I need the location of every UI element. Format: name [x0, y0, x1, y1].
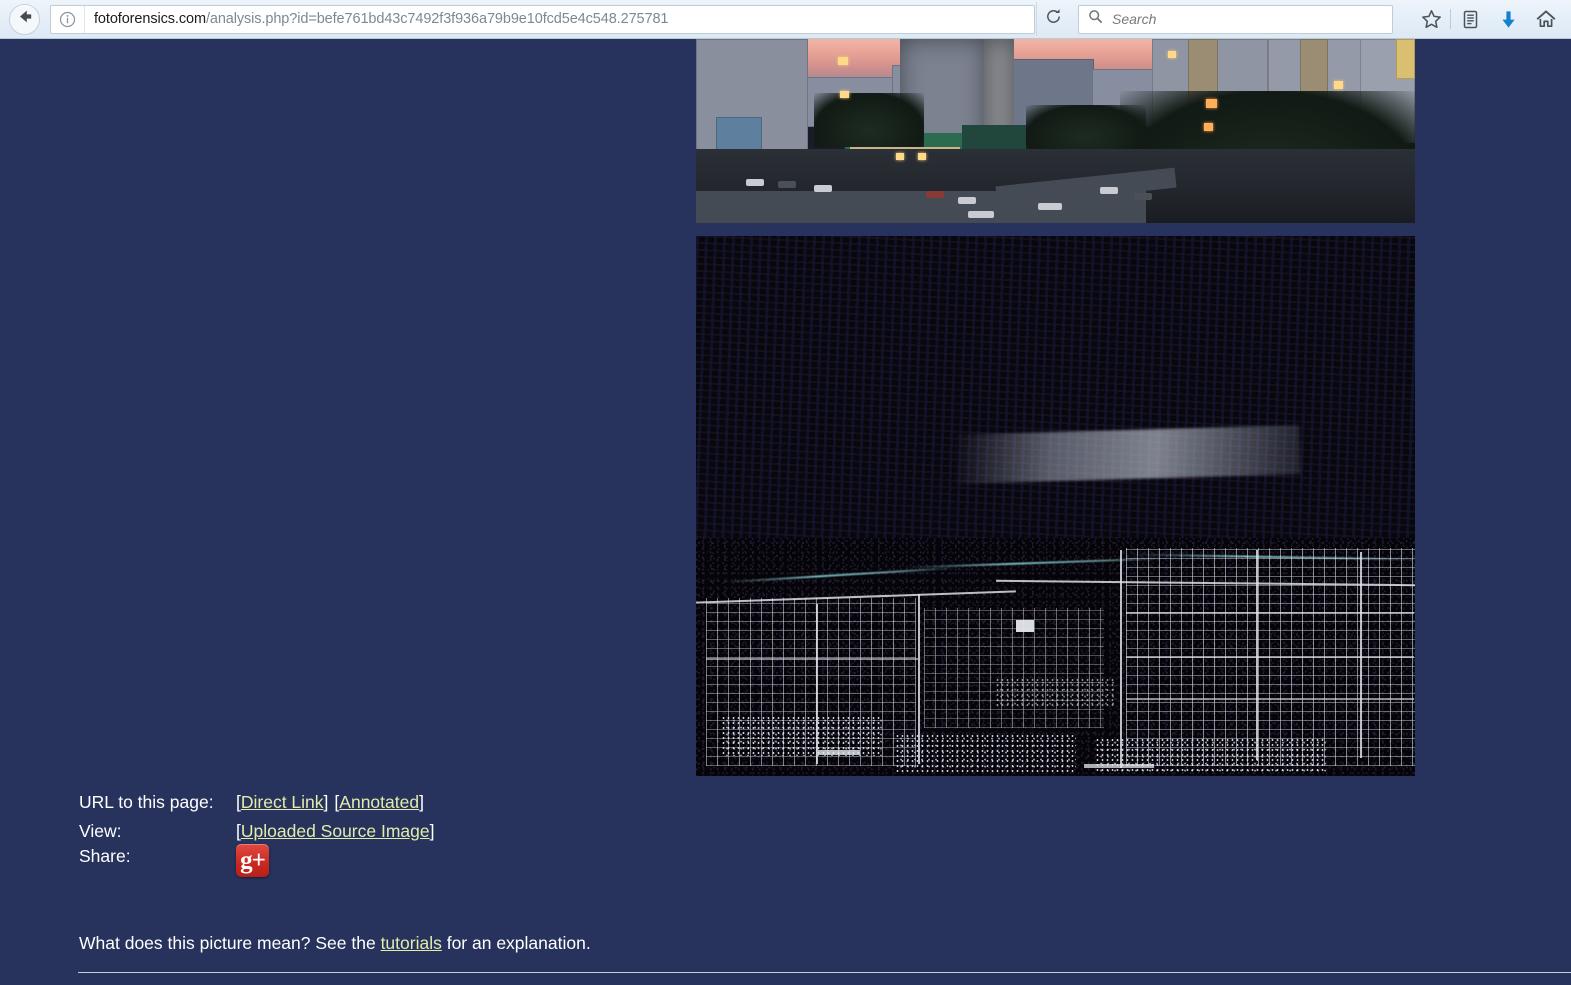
- url-path: /analysis.php?id=befe761bd43c7492f3f936a…: [205, 11, 669, 27]
- google-plus-glyph: g+: [240, 847, 266, 874]
- view-label: View:: [79, 821, 122, 841]
- reader-view-icon[interactable]: [1451, 2, 1489, 36]
- url-to-this-page-label: URL to this page:: [79, 792, 214, 812]
- reload-button[interactable]: [1036, 2, 1070, 36]
- ela-city-region: [696, 538, 1415, 776]
- photo-car: [778, 181, 796, 188]
- error-level-analysis-image[interactable]: [696, 236, 1415, 776]
- search-icon: [1088, 9, 1103, 29]
- photo-car: [1100, 187, 1118, 194]
- reload-icon: [1045, 8, 1062, 30]
- share-row: Share: g+: [79, 844, 779, 886]
- explanation-before: What does this picture mean? See the: [79, 933, 381, 953]
- explanation-line: What does this picture mean? See the tut…: [79, 933, 591, 954]
- toolbar-right-icons: [1412, 2, 1571, 36]
- photo-trees-mid: [1026, 105, 1146, 151]
- photo-car: [1038, 203, 1062, 210]
- annotated-link-wrapper: [Annotated]: [334, 792, 424, 812]
- home-icon[interactable]: [1527, 2, 1565, 36]
- browser-toolbar: fotoforensics.com/analysis.php?id=befe76…: [0, 0, 1571, 39]
- photo-car: [968, 211, 994, 218]
- ela-sky-region: [696, 236, 1415, 539]
- photo-car: [746, 179, 764, 186]
- page-content: URL to this page: [Direct Link] [Annotat…: [0, 39, 1571, 985]
- back-button[interactable]: [2, 2, 46, 36]
- tutorials-link[interactable]: tutorials: [381, 933, 442, 953]
- photo-car: [958, 197, 976, 204]
- bookmark-star-icon[interactable]: [1412, 2, 1450, 36]
- view-row: View: [Uploaded Source Image]: [79, 817, 779, 846]
- google-plus-share-button[interactable]: g+: [236, 844, 269, 877]
- url-host: fotoforensics.com: [94, 11, 206, 27]
- direct-link[interactable]: Direct Link: [241, 792, 324, 812]
- ela-cloud-edge: [954, 425, 1301, 484]
- back-button-circle: [8, 3, 40, 35]
- downloads-arrow-icon[interactable]: [1489, 2, 1527, 36]
- annotated-link[interactable]: Annotated: [339, 792, 419, 812]
- info-circle-icon[interactable]: [51, 5, 85, 33]
- photo-car: [1134, 193, 1152, 200]
- share-label: Share:: [79, 846, 131, 866]
- uploaded-source-image-link[interactable]: Uploaded Source Image: [241, 821, 430, 841]
- footer-divider: [78, 972, 1571, 973]
- search-input[interactable]: [1110, 10, 1360, 28]
- ela-building-centre: [924, 608, 1104, 729]
- uploaded-source-image-link-wrapper: [Uploaded Source Image]: [236, 821, 435, 841]
- url-bar[interactable]: fotoforensics.com/analysis.php?id=befe76…: [50, 4, 1035, 34]
- uploaded-source-image[interactable]: [696, 39, 1415, 223]
- direct-link-wrapper: [Direct Link]: [236, 792, 329, 812]
- url-text: fotoforensics.com/analysis.php?id=befe76…: [85, 11, 668, 27]
- photo-trees-left: [814, 93, 924, 147]
- back-arrow-icon: [15, 7, 34, 31]
- url-to-this-page-row: URL to this page: [Direct Link] [Annotat…: [79, 788, 779, 817]
- info-block: URL to this page: [Direct Link] [Annotat…: [79, 788, 779, 886]
- search-box[interactable]: [1078, 4, 1393, 34]
- photo-car: [926, 191, 944, 198]
- photo-car: [814, 185, 832, 192]
- explanation-after: for an explanation.: [441, 933, 591, 953]
